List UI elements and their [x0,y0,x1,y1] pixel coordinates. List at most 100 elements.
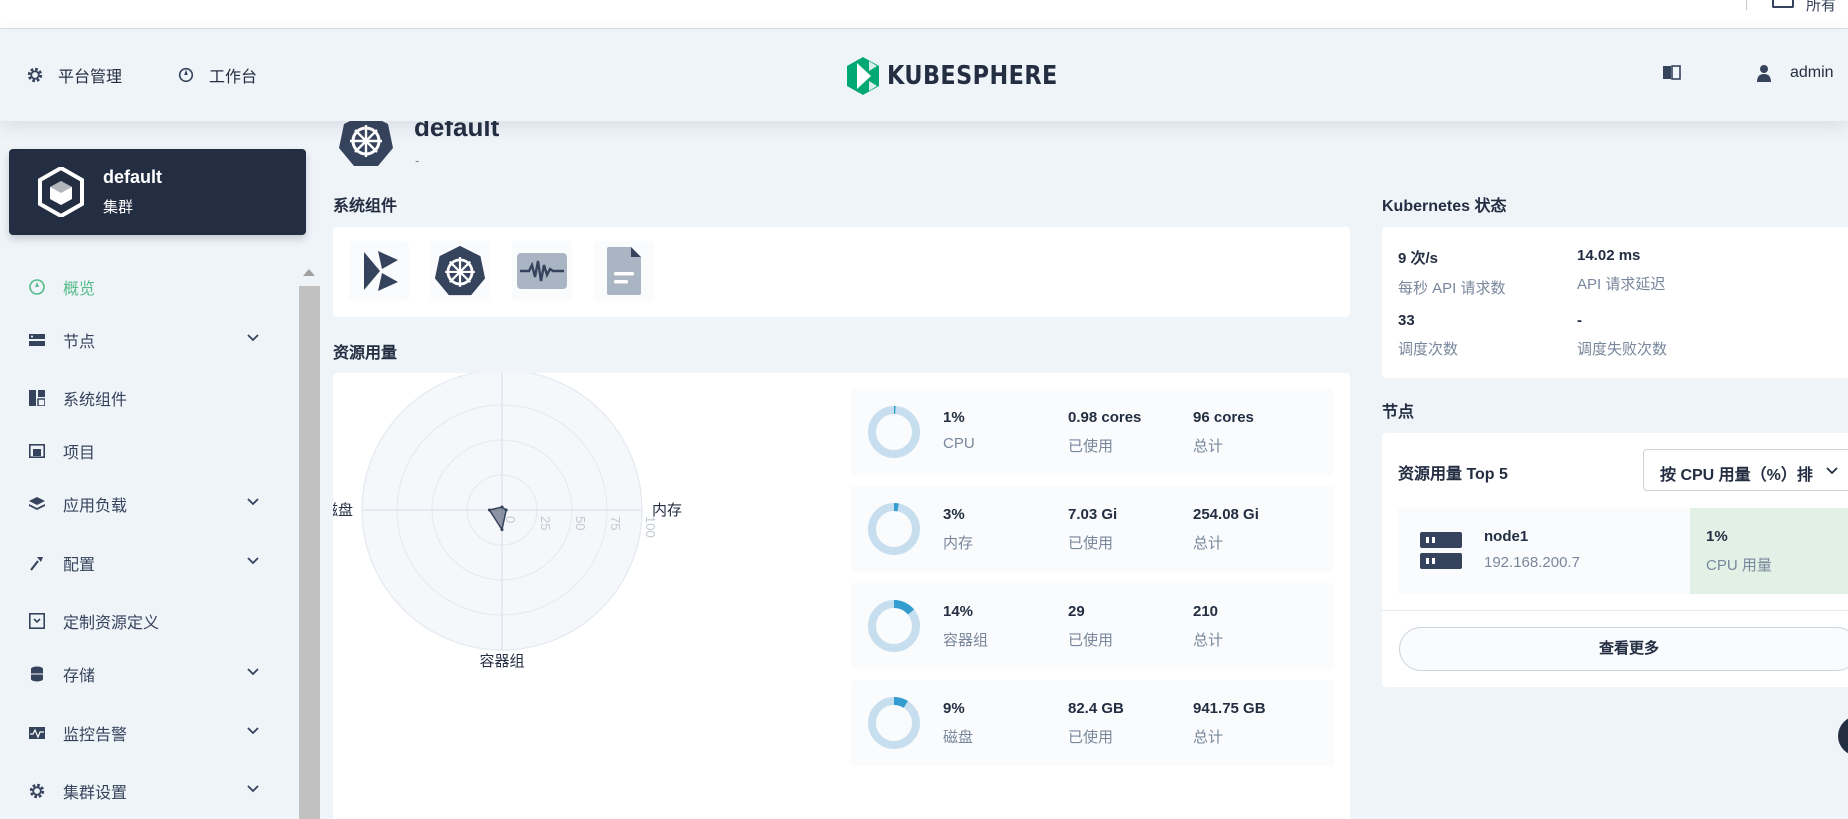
usage-used-value: 0.98 cores [1068,409,1142,426]
ring-track [868,406,920,458]
usage-total-value: 254.08 Gi [1193,506,1259,523]
metric-label: API 请求延迟 [1577,276,1666,293]
resource-usage-card: 0255075100CPU内存容器组磁盘 1%CPU 0.98 cores已使用… [333,373,1350,819]
top-right-text[interactable]: 所有 [1806,0,1836,15]
radar-point [487,508,491,512]
metric-value: - [1577,312,1582,329]
usage-used-label: 已使用 [1068,729,1114,746]
window-icon[interactable] [1772,0,1794,8]
section-title-components: 系统组件 [333,198,398,215]
memory-usage-ring [868,503,920,555]
cpu-usage-ring [868,406,920,458]
metric-value: 14.02 ms [1577,247,1641,264]
project-icon [28,442,46,460]
docs-icon[interactable] [1663,65,1681,86]
sidebar-item-components[interactable]: 系统组件 [28,386,260,410]
nodes-divider [1382,610,1848,611]
logging-icon[interactable] [594,241,654,301]
crd-icon [28,612,46,630]
scrollbar-thumb[interactable] [299,286,320,819]
config-icon [28,554,46,572]
nav-platform-label: 平台管理 [58,69,123,86]
usage-used-label: 已使用 [1068,535,1114,552]
node-usage-value: 1% [1706,528,1728,545]
chevron-down-icon [247,498,259,506]
usage-used-value: 7.03 Gi [1068,506,1118,523]
radar-chart: 0255075100CPU内存容器组磁盘 [333,373,682,670]
sidebar-item-label: 存储 [63,668,96,685]
usage-total-label: 总计 [1193,438,1224,455]
usage-percent: 3% [943,506,965,523]
sidebar-item-nodes[interactable]: 节点 [28,328,260,352]
user-icon [1757,65,1771,82]
section-title-resource-usage: 资源用量 [333,345,398,362]
sidebar-item-label: 系统组件 [63,392,128,409]
header: 平台管理 工作台 KUBESPHERE admin [0,29,1848,121]
chevron-down-icon [247,785,259,793]
sidebar-item-storage[interactable]: 存储 [28,662,260,686]
workbench-icon [178,67,194,83]
user-menu[interactable]: admin [1756,63,1834,83]
sidebar-item-monitoring[interactable]: 监控告警 [28,721,260,745]
sidebar-item-cluster-settings[interactable]: 集群设置 [28,779,260,803]
kubesphere-icon[interactable] [349,241,409,301]
usage-total-value: 210 [1193,603,1219,620]
radar-tick-label: 25 [538,516,553,530]
node-sort-label: 按 CPU 用量（%）排 [1660,467,1813,484]
usage-total-value: 941.75 GB [1193,700,1266,717]
sidebar-item-label: 概览 [63,281,96,298]
usage-percent: 1% [943,409,965,426]
node-usage-label: CPU 用量 [1706,557,1772,574]
gear-icon [27,67,43,83]
usage-total-label: 总计 [1193,535,1224,552]
node-row[interactable]: node1 192.168.200.7 1% CPU 用量 [1398,508,1848,594]
node-cpu-usage: 1% CPU 用量 [1690,508,1848,594]
sidebar-item-workload[interactable]: 应用负载 [28,492,260,516]
sidebar-item-crd[interactable]: 定制资源定义 [28,609,260,633]
cluster-card[interactable]: default 集群 [9,149,306,235]
ring-track [868,697,920,749]
usage-used-label: 已使用 [1068,632,1114,649]
usage-row-pods: 14% 容器组 29 已使用 210 总计 [851,583,1334,669]
server-icon [1420,532,1462,569]
sidebar-scrollbar[interactable] [299,266,320,819]
floating-toolbox-button[interactable] [1838,716,1848,756]
kubernetes-icon[interactable] [430,241,490,301]
overview-icon [28,278,46,296]
usage-percent: 9% [943,700,965,717]
usage-percent: 14% [943,603,974,620]
nav-platform-management[interactable]: 平台管理 [26,63,122,87]
sidebar-item-overview[interactable]: 概览 [28,275,260,299]
monitoring-icon[interactable] [512,241,572,301]
sidebar-item-label: 定制资源定义 [63,615,160,632]
metric-label: 调度失败次数 [1577,341,1668,358]
radar-axis-label: 容器组 [479,653,524,670]
cluster-type: 集群 [103,199,134,216]
nav-workbench-label: 工作台 [209,69,258,86]
metric-schedule-failures: - 调度失败次数 [1577,312,1667,359]
sidebar-item-config[interactable]: 配置 [28,551,260,575]
metric-schedule-count: 33 调度次数 [1398,312,1458,359]
node-sort-select[interactable]: 按 CPU 用量（%）排 [1643,449,1848,491]
nav-workbench[interactable]: 工作台 [177,63,257,87]
usage-used-value: 82.4 GB [1068,700,1124,717]
radar-point [500,505,504,509]
workload-icon [28,495,46,513]
sidebar-item-label: 节点 [63,334,96,351]
scroll-up-arrow-icon[interactable] [303,269,315,276]
radar-axis-label: 内存 [652,502,682,519]
metric-api-latency: 14.02 ms API 请求延迟 [1577,247,1665,294]
metric-label: 调度次数 [1398,341,1459,358]
sidebar-item-project[interactable]: 项目 [28,439,260,463]
kubesphere-logo[interactable]: KUBESPHERE [845,57,1085,95]
view-more-button[interactable]: 查看更多 [1399,627,1848,671]
usage-used-value: 29 [1068,603,1085,620]
metric-value: 9 次/s [1398,250,1439,267]
sidebar-item-label: 集群设置 [63,785,128,802]
sidebar-item-label: 项目 [63,445,96,462]
sidebar-item-label: 监控告警 [63,727,128,744]
page-description: - [415,153,420,168]
radar-axis-label: 磁盘 [333,501,353,519]
top-strip: 所有 [0,0,1848,29]
node-name: node1 [1484,528,1529,545]
